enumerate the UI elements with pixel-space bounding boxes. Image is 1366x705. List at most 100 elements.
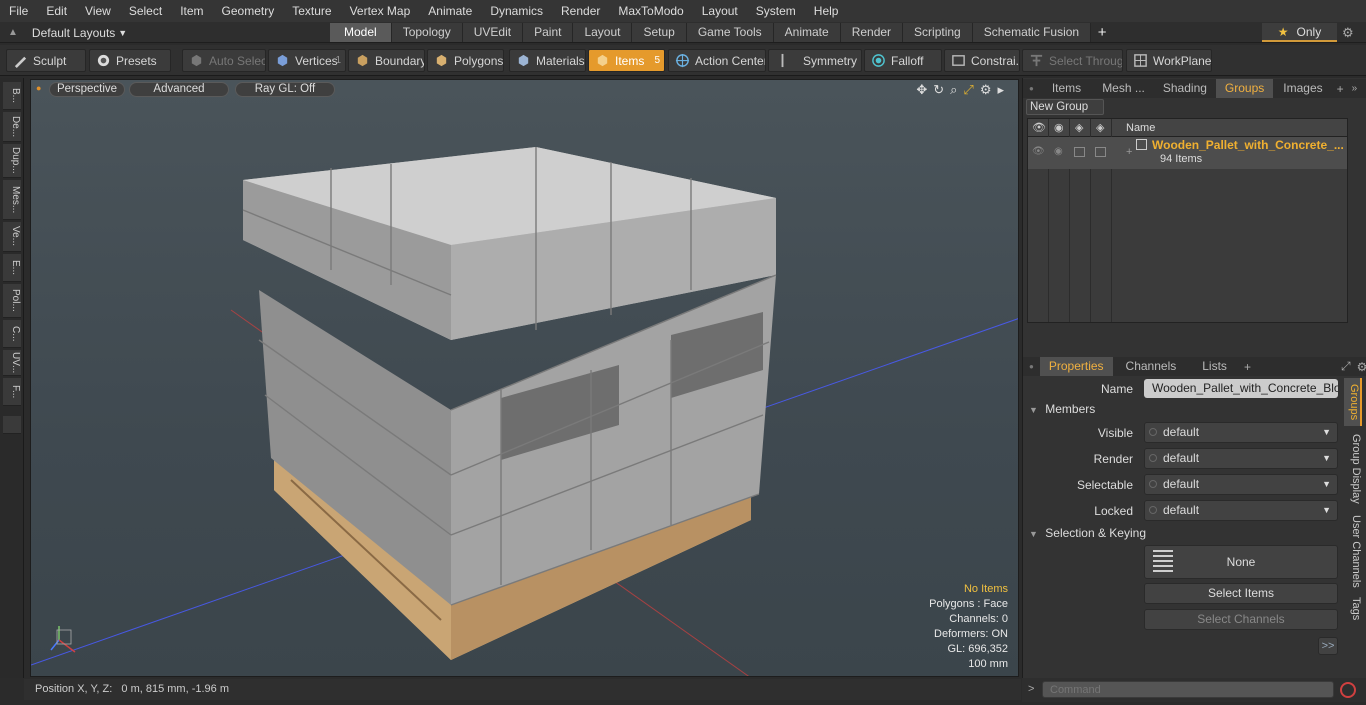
menu-layout[interactable]: Layout bbox=[693, 0, 747, 22]
materials-button[interactable]: Materials bbox=[509, 49, 586, 72]
tab-model[interactable]: Model bbox=[330, 23, 392, 42]
items-button[interactable]: Items 5 bbox=[588, 49, 665, 72]
left-tab-edge[interactable]: E... bbox=[3, 254, 21, 282]
presets-button[interactable]: Presets bbox=[89, 49, 171, 72]
left-tab-polygon[interactable]: Pol... bbox=[3, 284, 21, 318]
tab-paint[interactable]: Paint bbox=[523, 23, 574, 42]
tab-animate[interactable]: Animate bbox=[773, 23, 841, 42]
select-col-icon[interactable]: ◈ bbox=[1075, 121, 1083, 134]
left-tab-fusion[interactable]: F... bbox=[3, 378, 21, 406]
action-center-button[interactable]: Action Center bbox=[668, 49, 766, 72]
collapse-icon[interactable]: ▲ bbox=[8, 27, 18, 38]
add-properties-tab-icon[interactable]: + bbox=[1244, 360, 1251, 374]
menu-file[interactable]: File bbox=[0, 0, 37, 22]
tab-game-tools[interactable]: Game Tools bbox=[686, 23, 774, 42]
falloff-button[interactable]: Falloff bbox=[864, 49, 942, 72]
name-column-header[interactable]: Name bbox=[1126, 122, 1155, 134]
menu-texture[interactable]: Texture bbox=[283, 0, 340, 22]
menu-item[interactable]: Item bbox=[171, 0, 212, 22]
tab-shading[interactable]: Shading bbox=[1154, 79, 1216, 98]
render-col-icon[interactable]: ◉ bbox=[1054, 121, 1064, 134]
menu-help[interactable]: Help bbox=[805, 0, 848, 22]
viewport-gear-icon[interactable]: ⚙ bbox=[980, 82, 992, 98]
side-tab-user-channels[interactable]: User Channels bbox=[1344, 512, 1362, 590]
menu-render[interactable]: Render bbox=[552, 0, 609, 22]
tab-lists[interactable]: Lists bbox=[1189, 357, 1240, 376]
sculpt-button[interactable]: Sculpt bbox=[6, 49, 86, 72]
selectable-dropdown[interactable]: default ▼ bbox=[1144, 474, 1338, 495]
visible-dropdown[interactable]: default ▼ bbox=[1144, 422, 1338, 443]
group-row[interactable]: 👁 ◉ + Wooden_Pallet_with_Concrete_... 94… bbox=[1028, 137, 1347, 169]
expand-group-icon[interactable]: + bbox=[1126, 146, 1132, 158]
selection-keying-section[interactable]: ▼ Selection & Keying bbox=[1029, 526, 1146, 540]
name-field[interactable]: Wooden_Pallet_with_Concrete_Blocks bbox=[1144, 379, 1338, 398]
group-visibility-icon[interactable]: 👁 bbox=[1032, 146, 1045, 157]
none-button[interactable]: None bbox=[1144, 545, 1338, 579]
command-input[interactable] bbox=[1042, 681, 1334, 698]
move-view-icon[interactable]: ✥ bbox=[916, 82, 927, 98]
left-tab-mesh[interactable]: Mes... bbox=[3, 180, 21, 220]
menu-system[interactable]: System bbox=[747, 0, 805, 22]
left-tab-duplicate[interactable]: Dup... bbox=[3, 144, 21, 178]
menu-geometry[interactable]: Geometry bbox=[213, 0, 284, 22]
left-tab-deform[interactable]: De... bbox=[3, 112, 21, 142]
auto-select-button[interactable]: Auto Select bbox=[182, 49, 266, 72]
left-tab-uv[interactable]: UV... bbox=[3, 350, 21, 376]
workplane-button[interactable]: WorkPlane bbox=[1126, 49, 1212, 72]
only-button[interactable]: ★ Only bbox=[1262, 23, 1337, 42]
ray-gl-button[interactable]: Ray GL: Off bbox=[235, 82, 335, 97]
tab-items[interactable]: Items bbox=[1040, 79, 1093, 98]
group-render-icon[interactable]: ◉ bbox=[1054, 146, 1063, 157]
tab-channels[interactable]: Channels bbox=[1113, 357, 1190, 376]
menu-animate[interactable]: Animate bbox=[419, 0, 481, 22]
tab-groups[interactable]: Groups bbox=[1215, 79, 1274, 98]
tab-topology[interactable]: Topology bbox=[391, 23, 463, 42]
tab-scripting[interactable]: Scripting bbox=[903, 23, 973, 42]
new-group-button[interactable]: New Group bbox=[1026, 99, 1104, 115]
add-tab-icon[interactable]: + bbox=[1091, 23, 1113, 42]
select-through-button[interactable]: Select Through bbox=[1022, 49, 1123, 72]
viewport-expand-icon[interactable]: ▸ bbox=[997, 82, 1004, 98]
tab-uvedit[interactable]: UVEdit bbox=[462, 23, 524, 42]
tab-properties[interactable]: Properties bbox=[1039, 357, 1113, 376]
locked-dropdown[interactable]: default ▼ bbox=[1144, 500, 1338, 521]
tab-images[interactable]: Images bbox=[1273, 79, 1332, 98]
viewport-dot-icon[interactable]: ● bbox=[36, 83, 41, 93]
select-channels-button[interactable]: Select Channels bbox=[1144, 609, 1338, 630]
menu-select[interactable]: Select bbox=[120, 0, 171, 22]
polygons-button[interactable]: Polygons bbox=[427, 49, 504, 72]
tab-layout[interactable]: Layout bbox=[573, 23, 633, 42]
groups-list-scrollbar[interactable] bbox=[1352, 118, 1362, 323]
vertices-button[interactable]: Vertices 1 bbox=[268, 49, 346, 72]
add-panel-tab-icon[interactable]: + bbox=[1337, 82, 1344, 96]
symmetry-button[interactable]: Symmetry bbox=[768, 49, 862, 72]
zoom-view-icon[interactable]: ⌕ bbox=[950, 82, 957, 98]
menu-dynamics[interactable]: Dynamics bbox=[481, 0, 552, 22]
side-tab-groups[interactable]: Groups bbox=[1344, 378, 1362, 426]
gear-icon[interactable]: ⚙ bbox=[1342, 25, 1358, 41]
tab-mesh[interactable]: Mesh ... bbox=[1093, 79, 1154, 98]
menu-maxtomodo[interactable]: MaxToModo bbox=[609, 0, 692, 22]
lock-col-icon[interactable]: ◈ bbox=[1096, 121, 1104, 134]
properties-gear-icon[interactable]: ⚙ bbox=[1357, 360, 1366, 374]
left-tab-expand[interactable] bbox=[3, 416, 21, 434]
group-select-checkbox[interactable] bbox=[1074, 147, 1085, 157]
panel-menu-icon[interactable]: » bbox=[1352, 83, 1358, 94]
members-section[interactable]: ▼ Members bbox=[1029, 402, 1095, 416]
boundary-button[interactable]: Boundary bbox=[348, 49, 425, 72]
menu-vertex-map[interactable]: Vertex Map bbox=[341, 0, 420, 22]
group-name[interactable]: Wooden_Pallet_with_Concrete_... bbox=[1152, 138, 1344, 152]
perspective-button[interactable]: Perspective bbox=[49, 82, 125, 97]
menu-edit[interactable]: Edit bbox=[37, 0, 76, 22]
tab-schematic-fusion[interactable]: Schematic Fusion bbox=[972, 23, 1092, 42]
more-button[interactable]: >> bbox=[1318, 637, 1338, 655]
properties-expand-icon[interactable]: ⤢ bbox=[1341, 359, 1351, 374]
visibility-col-icon[interactable]: 👁 bbox=[1032, 121, 1046, 134]
rotate-view-icon[interactable]: ↻ bbox=[933, 82, 944, 98]
left-tab-basic[interactable]: B... bbox=[3, 82, 21, 110]
menu-view[interactable]: View bbox=[76, 0, 120, 22]
left-tab-curve[interactable]: C... bbox=[3, 320, 21, 348]
fit-view-icon[interactable]: ⤢ bbox=[963, 82, 973, 98]
advanced-button[interactable]: Advanced bbox=[129, 82, 229, 97]
left-tab-vertex[interactable]: Ve... bbox=[3, 222, 21, 252]
